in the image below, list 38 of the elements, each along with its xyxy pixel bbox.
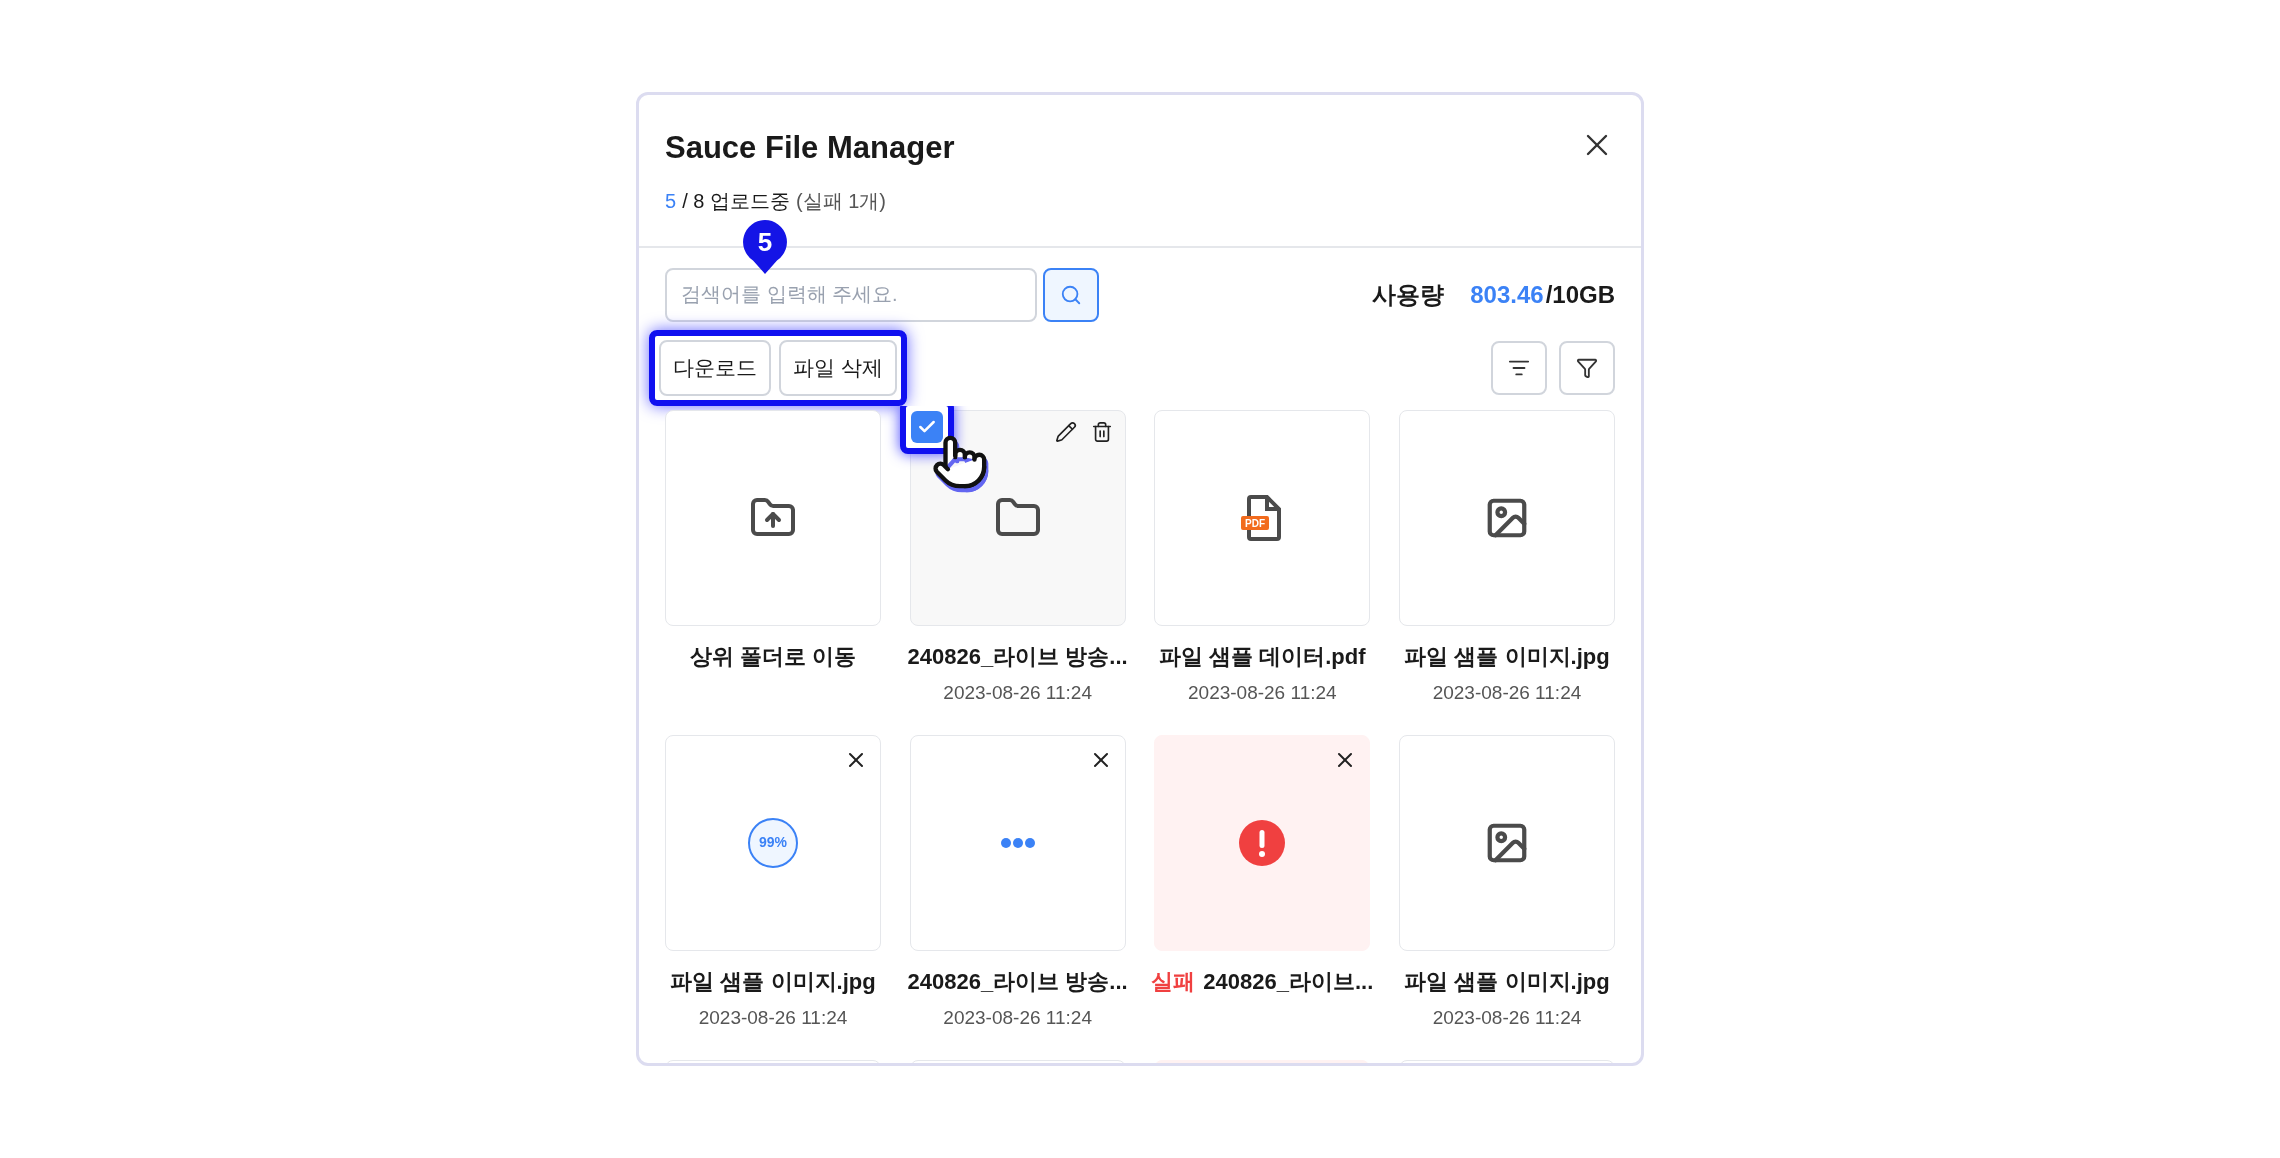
usage-label: 사용량: [1372, 279, 1445, 310]
uploaded-count: 5: [665, 188, 677, 214]
action-button[interactable]: 다운로드: [659, 339, 771, 396]
dialog-title: Sauce File Manager: [665, 129, 955, 167]
pending-dots-icon: [1000, 837, 1035, 848]
file-name: 240826_라이브...: [1203, 967, 1374, 996]
filter-button[interactable]: [1559, 340, 1615, 395]
list-view-button[interactable]: [1491, 340, 1547, 395]
error-icon: [1239, 819, 1286, 866]
file-date: 2023-08-26 11:24: [943, 1005, 1092, 1030]
file-card[interactable]: [909, 409, 1126, 626]
status-label: 실패: [1151, 967, 1196, 996]
file-date: 2023-08-26 11:24: [943, 680, 1092, 705]
file-date: 2023-08-26 11:24: [698, 1005, 848, 1030]
file-name: 파일 샘플 이미지.jpg: [670, 967, 876, 996]
file-date: 2023-08-26 11:24: [1432, 680, 1582, 705]
file-date: 2023-08-26 11:24: [1188, 680, 1337, 705]
file-name: 파일 샘플 데이터.pdf: [1159, 642, 1366, 671]
file-name: 파일 샘플 이미지.jpg: [1404, 967, 1610, 996]
file-name: 240826_라이브 방송...: [907, 967, 1128, 996]
usage-used: 803.46: [1470, 279, 1544, 310]
usage-total: /10GB: [1545, 279, 1615, 310]
file-name: 240826_라이브 방송...: [907, 642, 1128, 671]
file-name: 상위 폴더로 이동: [689, 642, 857, 671]
search-button[interactable]: [1043, 267, 1099, 322]
trash-icon[interactable]: [1090, 420, 1113, 443]
upload-progress-text: / 8 업로드중: [682, 188, 790, 214]
file-name: 파일 샘플 이미지.jpg: [1404, 642, 1610, 671]
checkbox[interactable]: [910, 410, 943, 443]
upload-progress: 99%: [748, 817, 798, 868]
filter-icon: [1576, 356, 1598, 379]
tutorial-badge: 5: [743, 219, 787, 274]
file-date: 2023-08-26 11:24: [1432, 1005, 1582, 1030]
search-field[interactable]: 검색어를 입력해 주세요.: [665, 267, 1037, 322]
search-icon: [1060, 283, 1082, 306]
pencil-icon[interactable]: [1054, 420, 1077, 443]
action-button[interactable]: 파일 삭제: [779, 339, 897, 396]
failed-count: (실패 1개): [795, 188, 886, 214]
